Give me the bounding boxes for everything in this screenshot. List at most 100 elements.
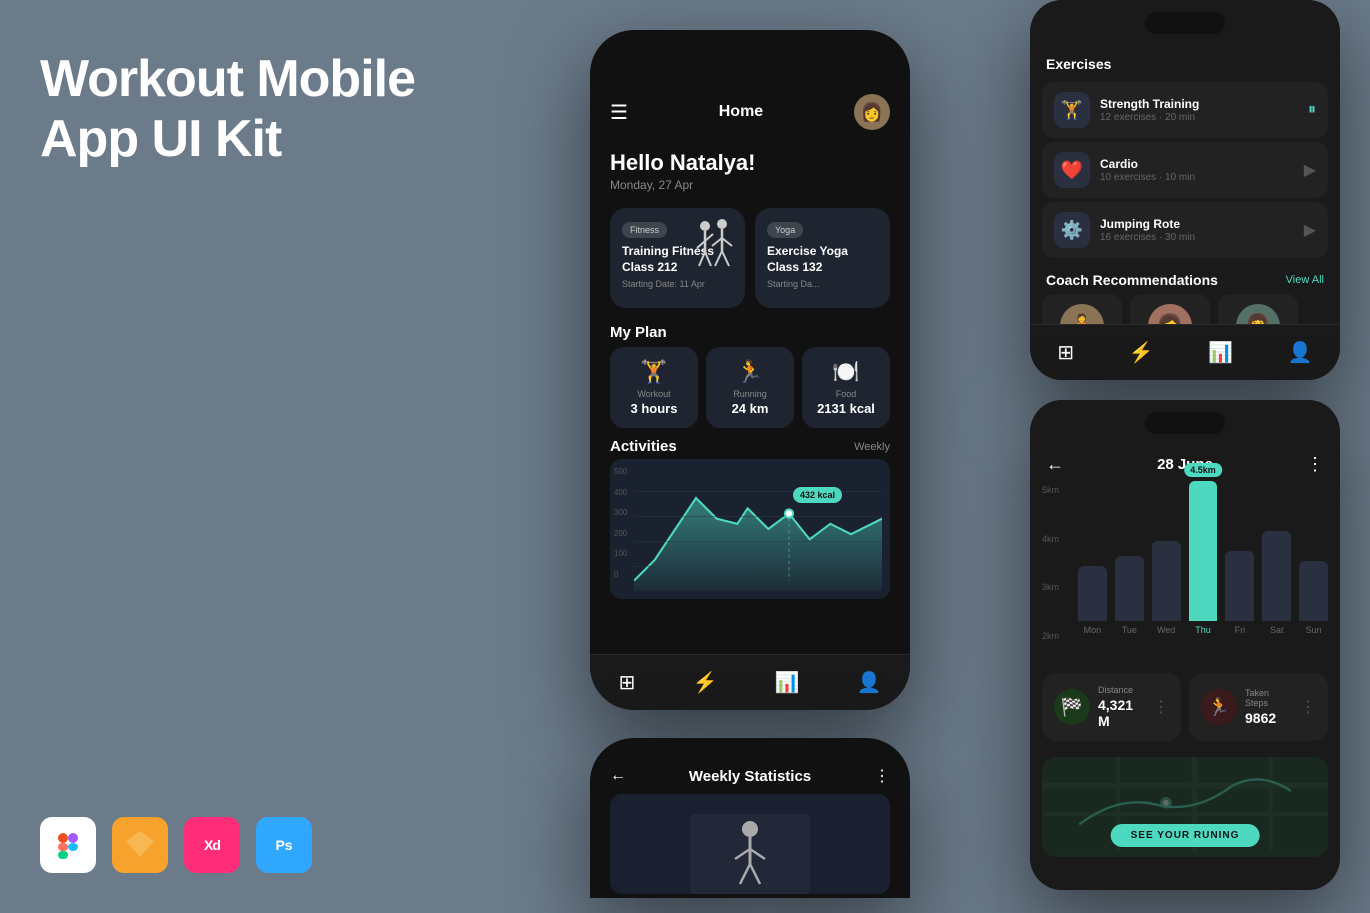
bottom-nav: ⊞ ⚡ 📊 👤 — [590, 654, 910, 710]
activities-period: Weekly — [854, 441, 890, 453]
coach-title: Coach Recommendations — [1046, 272, 1218, 288]
app-header-title: Home — [719, 103, 763, 121]
cardio-icon: ❤️ — [1054, 152, 1090, 188]
class-cards: Fitness Training Fitness Class 212 Start… — [590, 202, 910, 314]
nav-activity-icon[interactable]: ⚡ — [692, 670, 717, 695]
play-icon-2[interactable]: ▶ — [1304, 220, 1316, 240]
class-card-1[interactable]: Yoga Exercise Yoga Class 132 Starting Da… — [755, 208, 890, 308]
bar-chart: 5km 4km 3km 2km Mon Tue Wed — [1042, 485, 1328, 665]
food-label: Food — [812, 389, 880, 399]
right-top-phone: Exercises 🏋️ Strength Training 12 exerci… — [1030, 0, 1340, 380]
main-phone: ☰ Home 👩 Hello Natalya! Monday, 27 Apr F… — [590, 30, 910, 710]
avatar[interactable]: 👩 — [854, 94, 890, 130]
class-tag-1: Yoga — [767, 222, 803, 238]
running-icon: 🏃 — [716, 359, 784, 385]
exercise-meta-0: 12 exercises · 20 min — [1100, 112, 1298, 123]
sketch-icon[interactable] — [112, 817, 168, 873]
stats-distance[interactable]: 🏁 Distance 4,321 M ⋮ — [1042, 673, 1181, 741]
distance-more[interactable]: ⋮ — [1153, 697, 1169, 717]
exercise-meta-2: 16 exercises · 30 min — [1100, 232, 1294, 243]
bottom-phone: ← Weekly Statistics ⋮ — [590, 738, 910, 898]
running-label: Running — [716, 389, 784, 399]
pause-icon-0[interactable]: ⏸ — [1308, 101, 1316, 119]
right-nav-stats[interactable]: 📊 — [1208, 340, 1233, 365]
right-nav-activity[interactable]: ⚡ — [1129, 340, 1154, 365]
activities-chart: 500 400 300 200 100 0 — [610, 459, 890, 599]
view-all-btn[interactable]: View All — [1286, 274, 1324, 286]
weekly-back-btn[interactable]: ← — [610, 767, 626, 785]
weekly-title: Weekly Statistics — [689, 768, 811, 785]
chart-tooltip: 432 kcal — [793, 487, 842, 503]
exercise-name-2: Jumping Rote — [1100, 217, 1294, 231]
exercise-name-0: Strength Training — [1100, 97, 1298, 111]
steps-icon: 🏃 — [1201, 689, 1237, 725]
greeting-date: Monday, 27 Apr — [610, 178, 890, 192]
right-nav-profile[interactable]: 👤 — [1288, 340, 1313, 365]
exercise-meta-1: 10 exercises · 10 min — [1100, 172, 1294, 183]
more-button[interactable]: ⋮ — [1306, 454, 1324, 475]
class-title-1: Exercise Yoga Class 132 — [767, 244, 878, 275]
greeting-section: Hello Natalya! Monday, 27 Apr — [590, 138, 910, 202]
map-preview: SEE YOUR RUNING — [1042, 757, 1328, 857]
plan-card-running[interactable]: 🏃 Running 24 km — [706, 347, 794, 428]
bar-chart-inner: Mon Tue Wed 4.5km Thu — [1078, 485, 1328, 635]
class-date-1: Starting Da... — [767, 279, 878, 289]
see-running-button[interactable]: SEE YOUR RUNING — [1111, 824, 1260, 847]
exercise-info-1: Cardio 10 exercises · 10 min — [1100, 157, 1294, 183]
steps-more[interactable]: ⋮ — [1300, 697, 1316, 717]
back-button[interactable]: ← — [1046, 454, 1064, 475]
my-plan-title: My Plan — [590, 314, 910, 347]
stats-steps[interactable]: 🏃 Taken Steps 9862 ⋮ — [1189, 673, 1328, 741]
running-value: 24 km — [716, 401, 784, 416]
app-header: ☰ Home 👩 — [590, 86, 910, 138]
plan-card-food[interactable]: 🍽️ Food 2131 kcal — [802, 347, 890, 428]
steps-value: 9862 — [1245, 710, 1292, 726]
bar-wed: Wed — [1152, 541, 1181, 635]
bar-fri: Fri — [1225, 551, 1254, 635]
xd-icon[interactable]: Xd — [184, 817, 240, 873]
nav-stats-icon[interactable]: 📊 — [774, 670, 799, 695]
exercise-name-1: Cardio — [1100, 157, 1294, 171]
exercise-item-2[interactable]: ⚙️ Jumping Rote 16 exercises · 30 min ▶ — [1042, 202, 1328, 258]
coach-header: Coach Recommendations View All — [1030, 262, 1340, 294]
hamburger-icon[interactable]: ☰ — [610, 100, 628, 125]
weekly-header: ← Weekly Statistics ⋮ — [590, 758, 910, 794]
jumping-icon: ⚙️ — [1054, 212, 1090, 248]
bar-sun: Sun — [1299, 561, 1328, 635]
right-nav-home[interactable]: ⊞ — [1057, 340, 1074, 365]
hero-text: Workout Mobile App UI Kit — [40, 50, 415, 170]
class-card-0[interactable]: Fitness Training Fitness Class 212 Start… — [610, 208, 745, 308]
bar-tue: Tue — [1115, 556, 1144, 635]
figma-icon[interactable] — [40, 817, 96, 873]
exercises-title: Exercises — [1030, 44, 1340, 78]
exercise-info-2: Jumping Rote 16 exercises · 30 min — [1100, 217, 1294, 243]
plan-card-workout[interactable]: 🏋️ Workout 3 hours — [610, 347, 698, 428]
bar-thu: 4.5km Thu — [1189, 481, 1218, 635]
distance-icon: 🏁 — [1054, 689, 1090, 725]
steps-label: Taken Steps — [1245, 688, 1292, 708]
class-tag-0: Fitness — [622, 222, 667, 238]
workout-icon: 🏋️ — [620, 359, 688, 385]
nav-profile-icon[interactable]: 👤 — [857, 670, 882, 695]
food-value: 2131 kcal — [812, 401, 880, 416]
play-icon-1[interactable]: ▶ — [1304, 160, 1316, 180]
workout-label: Workout — [620, 389, 688, 399]
exercise-item-1[interactable]: ❤️ Cardio 10 exercises · 10 min ▶ — [1042, 142, 1328, 198]
weekly-preview-img — [610, 794, 890, 894]
greeting-name: Hello Natalya! — [610, 150, 890, 176]
workout-value: 3 hours — [620, 401, 688, 416]
food-icon: 🍽️ — [812, 359, 880, 385]
weekly-more-btn[interactable]: ⋮ — [874, 766, 890, 786]
hero-title: Workout Mobile App UI Kit — [40, 50, 415, 170]
ps-icon[interactable]: Ps — [256, 817, 312, 873]
chart-y-labels: 500 400 300 200 100 0 — [614, 467, 627, 579]
stats-cards: 🏁 Distance 4,321 M ⋮ 🏃 Taken Steps 9862 … — [1030, 665, 1340, 749]
bar-tooltip-thu: 4.5km — [1184, 463, 1222, 477]
exercise-item-0[interactable]: 🏋️ Strength Training 12 exercises · 20 m… — [1042, 82, 1328, 138]
nav-home-icon[interactable]: ⊞ — [619, 670, 636, 695]
exercise-info-0: Strength Training 12 exercises · 20 min — [1100, 97, 1298, 123]
class-figure-0 — [687, 216, 737, 283]
bar-mon: Mon — [1078, 566, 1107, 635]
strength-icon: 🏋️ — [1054, 92, 1090, 128]
chart-area: 432 kcal — [634, 467, 882, 591]
